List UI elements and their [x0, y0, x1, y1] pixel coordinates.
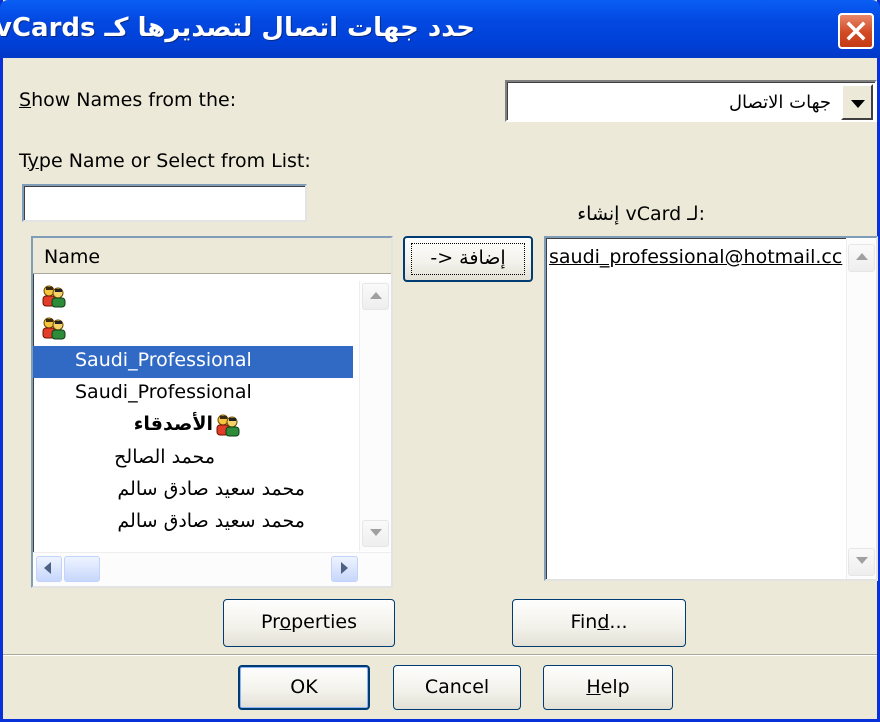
close-icon: [846, 21, 866, 41]
list-item[interactable]: محمد سعيد صادق سالم: [33, 507, 353, 539]
focus-rect: [411, 243, 525, 275]
arrow-up-icon: [370, 292, 382, 299]
scroll-up-button[interactable]: [362, 283, 389, 310]
arrow-down-icon: [370, 529, 382, 536]
list-item[interactable]: الأصدقاء: [33, 410, 353, 442]
group-icon: [42, 317, 66, 340]
scroll-left-button[interactable]: [36, 556, 62, 582]
name-column-header-label: Name: [44, 246, 101, 268]
arrow-up-icon: [856, 253, 868, 260]
close-button[interactable]: [838, 13, 874, 49]
arrow-down-icon: [856, 557, 868, 564]
find-button[interactable]: Find...: [512, 599, 686, 647]
properties-button-label: Properties: [260, 611, 358, 633]
list-item-label: محمد سعيد صادق سالم: [117, 477, 305, 500]
vcard-list-rows: saudi_professional@hotmail.cc: [546, 244, 846, 564]
list-item-label: Saudi_Professional: [75, 380, 252, 403]
list-item[interactable]: [33, 313, 353, 345]
show-names-dropdown[interactable]: جهات الاتصال: [505, 80, 877, 122]
list-item[interactable]: محمد الصالح: [33, 443, 353, 475]
scroll-down-button[interactable]: [362, 520, 389, 547]
cancel-button-label: Cancel: [424, 676, 490, 698]
scroll-up-button[interactable]: [848, 244, 875, 272]
list-item[interactable]: [33, 281, 353, 313]
cancel-button[interactable]: Cancel: [393, 665, 521, 710]
name-column-header[interactable]: Name: [33, 238, 391, 274]
add-button[interactable]: -> إضافة: [403, 236, 533, 282]
vcard-list[interactable]: saudi_professional@hotmail.cc: [544, 236, 878, 581]
name-list[interactable]: Name Saudi_Professional Saudi_Professiona…: [31, 236, 393, 588]
list-item[interactable]: Saudi_Professional: [33, 345, 353, 378]
vcard-list-vscrollbar[interactable]: [846, 238, 876, 579]
list-item-label: saudi_professional@hotmail.cc: [549, 246, 843, 268]
type-name-label: Type Name or Select from List:: [19, 150, 311, 172]
show-names-label-text: how Names from the:: [31, 89, 237, 111]
show-names-value: جهات الاتصال: [728, 92, 831, 113]
list-item-label: محمد الصالح: [114, 445, 215, 468]
list-item[interactable]: محمد سعيد صادق سالم: [33, 475, 353, 507]
list-item[interactable]: saudi_professional@hotmail.cc: [546, 244, 846, 276]
dialog-window: :vCards حدد جهات اتصال لتصديرها كـ Show …: [0, 0, 880, 722]
title-bar[interactable]: :vCards حدد جهات اتصال لتصديرها كـ: [0, 0, 880, 58]
divider: [3, 654, 877, 656]
list-item-label: محمد سعيد صادق سالم: [117, 510, 305, 533]
list-item[interactable]: Saudi_Professional: [33, 378, 353, 410]
type-name-input[interactable]: [22, 184, 307, 222]
name-list-rows: Saudi_Professional Saudi_Professional الأص…: [33, 281, 359, 551]
scroll-right-button[interactable]: [331, 556, 358, 582]
help-button-label: Help: [586, 676, 630, 698]
chevron-down-icon[interactable]: [841, 84, 873, 120]
ok-button[interactable]: OK: [238, 665, 370, 710]
group-icon: [42, 285, 66, 308]
window-title: :vCards حدد جهات اتصال لتصديرها كـ: [0, 13, 475, 43]
properties-button[interactable]: Properties: [223, 599, 395, 647]
ok-button-label: OK: [290, 676, 318, 698]
name-list-hscrollbar[interactable]: [33, 552, 391, 586]
help-button[interactable]: Help: [543, 665, 673, 710]
vcard-target-label: :لـ vCard إنشاء: [577, 203, 705, 225]
name-list-vscrollbar[interactable]: [359, 281, 391, 551]
list-item-label: الأصدقاء: [133, 413, 213, 436]
list-item-label: Saudi_Professional: [75, 348, 252, 371]
find-button-label: Find...: [570, 611, 628, 633]
show-names-label: Show Names from the:: [19, 89, 236, 111]
show-names-label-hotkey: S: [19, 89, 32, 111]
hscroll-thumb[interactable]: [64, 556, 100, 582]
group-icon: [216, 414, 240, 437]
arrow-right-icon: [341, 562, 348, 574]
scroll-down-button[interactable]: [848, 548, 875, 576]
arrow-left-icon: [44, 562, 51, 574]
